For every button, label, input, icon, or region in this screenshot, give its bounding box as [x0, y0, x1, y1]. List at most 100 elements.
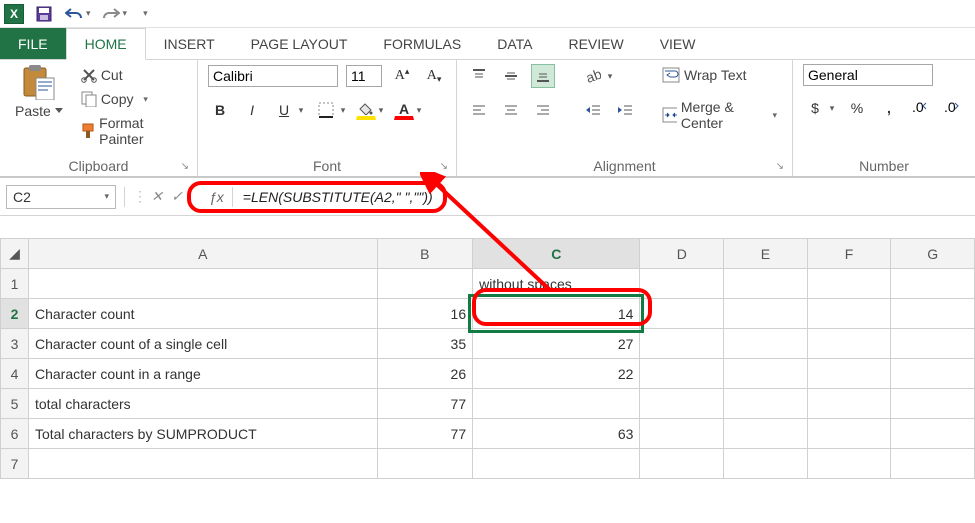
- align-center-icon[interactable]: [499, 98, 523, 122]
- cell[interactable]: total characters: [28, 389, 377, 419]
- cell[interactable]: [640, 449, 724, 479]
- cell[interactable]: [807, 359, 891, 389]
- cell[interactable]: [724, 449, 808, 479]
- tab-view[interactable]: VIEW: [642, 28, 714, 59]
- align-left-icon[interactable]: [467, 98, 491, 122]
- cell[interactable]: 16: [377, 299, 473, 329]
- select-all-corner[interactable]: ◢: [1, 239, 29, 269]
- cell[interactable]: [891, 419, 975, 449]
- font-size-combo[interactable]: [346, 65, 382, 87]
- percent-button[interactable]: %: [845, 96, 869, 120]
- row-header[interactable]: 4: [1, 359, 29, 389]
- cell[interactable]: [891, 269, 975, 299]
- merge-center-button[interactable]: Merge & Center ▾: [657, 96, 782, 134]
- cell[interactable]: [724, 419, 808, 449]
- cell[interactable]: [807, 449, 891, 479]
- active-cell[interactable]: 14: [473, 299, 640, 329]
- chevron-down-icon[interactable]: ▾: [338, 98, 348, 122]
- col-header[interactable]: G: [891, 239, 975, 269]
- col-header[interactable]: E: [724, 239, 808, 269]
- cell[interactable]: [473, 449, 640, 479]
- cell[interactable]: [891, 449, 975, 479]
- cell[interactable]: [807, 329, 891, 359]
- increase-font-icon[interactable]: A▴: [390, 64, 414, 88]
- cell[interactable]: 35: [377, 329, 473, 359]
- cell[interactable]: [891, 389, 975, 419]
- tab-page-layout[interactable]: PAGE LAYOUT: [233, 28, 366, 59]
- decrease-decimal-icon[interactable]: .0: [941, 96, 965, 120]
- font-color-button-icon[interactable]: A: [394, 100, 414, 120]
- italic-button[interactable]: I: [240, 98, 264, 122]
- cell[interactable]: [640, 299, 724, 329]
- wrap-text-button[interactable]: Wrap Text: [657, 64, 782, 86]
- row-header[interactable]: 6: [1, 419, 29, 449]
- bold-button[interactable]: B: [208, 98, 232, 122]
- cell[interactable]: [724, 389, 808, 419]
- cell[interactable]: [724, 269, 808, 299]
- row-header[interactable]: 1: [1, 269, 29, 299]
- tab-insert[interactable]: INSERT: [146, 28, 233, 59]
- col-header[interactable]: C: [473, 239, 640, 269]
- align-right-icon[interactable]: [531, 98, 555, 122]
- cell[interactable]: [807, 269, 891, 299]
- cell[interactable]: Character count: [28, 299, 377, 329]
- copy-button[interactable]: Copy ▾: [76, 88, 187, 110]
- cell[interactable]: [28, 269, 377, 299]
- cell[interactable]: [377, 449, 473, 479]
- chevron-down-icon[interactable]: ▾: [104, 191, 109, 202]
- dialog-launcher-icon[interactable]: ↘: [440, 161, 448, 172]
- orientation-icon[interactable]: ab: [581, 64, 605, 88]
- align-top-icon[interactable]: [467, 64, 491, 88]
- col-header[interactable]: D: [640, 239, 724, 269]
- cell[interactable]: Total characters by SUMPRODUCT: [28, 419, 377, 449]
- worksheet[interactable]: ◢ A B C D E F G 1 without spaces 2 Chara…: [0, 238, 975, 479]
- enter-formula-icon[interactable]: ✓: [167, 187, 187, 207]
- row-header[interactable]: 2: [1, 299, 29, 329]
- dialog-launcher-icon[interactable]: ↘: [181, 161, 189, 172]
- tab-formulas[interactable]: FORMULAS: [365, 28, 479, 59]
- cell[interactable]: [640, 269, 724, 299]
- chevron-down-icon[interactable]: ▾: [772, 110, 777, 121]
- name-box[interactable]: C2 ▾: [6, 185, 116, 209]
- cell[interactable]: [891, 299, 975, 329]
- cancel-formula-icon[interactable]: ✕: [147, 187, 167, 207]
- cell[interactable]: 63: [473, 419, 640, 449]
- cell[interactable]: 22: [473, 359, 640, 389]
- tab-data[interactable]: DATA: [479, 28, 550, 59]
- tab-home[interactable]: HOME: [66, 28, 146, 60]
- decrease-indent-icon[interactable]: [581, 98, 605, 122]
- cell[interactable]: [724, 329, 808, 359]
- row-header[interactable]: 3: [1, 329, 29, 359]
- align-middle-icon[interactable]: [499, 64, 523, 88]
- undo-icon[interactable]: [64, 4, 84, 24]
- cell[interactable]: [807, 389, 891, 419]
- fx-icon[interactable]: ƒx: [209, 189, 224, 205]
- chevron-down-icon[interactable]: ▾: [376, 100, 386, 120]
- cell[interactable]: without spaces: [473, 269, 640, 299]
- cell[interactable]: [640, 359, 724, 389]
- font-name-combo[interactable]: [208, 65, 338, 87]
- cell[interactable]: 77: [377, 419, 473, 449]
- number-format-combo[interactable]: [803, 64, 933, 86]
- cell[interactable]: Character count in a range: [28, 359, 377, 389]
- cell[interactable]: Character count of a single cell: [28, 329, 377, 359]
- cell[interactable]: 27: [473, 329, 640, 359]
- cell[interactable]: [640, 329, 724, 359]
- cell[interactable]: [640, 419, 724, 449]
- qat-customize-icon[interactable]: ▾: [143, 8, 148, 19]
- row-header[interactable]: 7: [1, 449, 29, 479]
- cell[interactable]: [377, 269, 473, 299]
- cell[interactable]: [807, 299, 891, 329]
- col-header[interactable]: F: [807, 239, 891, 269]
- currency-button[interactable]: $: [803, 96, 827, 120]
- comma-style-button[interactable]: ,: [877, 96, 901, 120]
- decrease-font-icon[interactable]: A▾: [422, 64, 446, 88]
- col-header[interactable]: A: [28, 239, 377, 269]
- cell[interactable]: 77: [377, 389, 473, 419]
- tab-file[interactable]: FILE: [0, 28, 66, 59]
- increase-decimal-icon[interactable]: .0: [909, 96, 933, 120]
- chevron-down-icon[interactable]: ▾: [827, 96, 837, 120]
- col-header[interactable]: B: [377, 239, 473, 269]
- cell[interactable]: [28, 449, 377, 479]
- cell[interactable]: [640, 389, 724, 419]
